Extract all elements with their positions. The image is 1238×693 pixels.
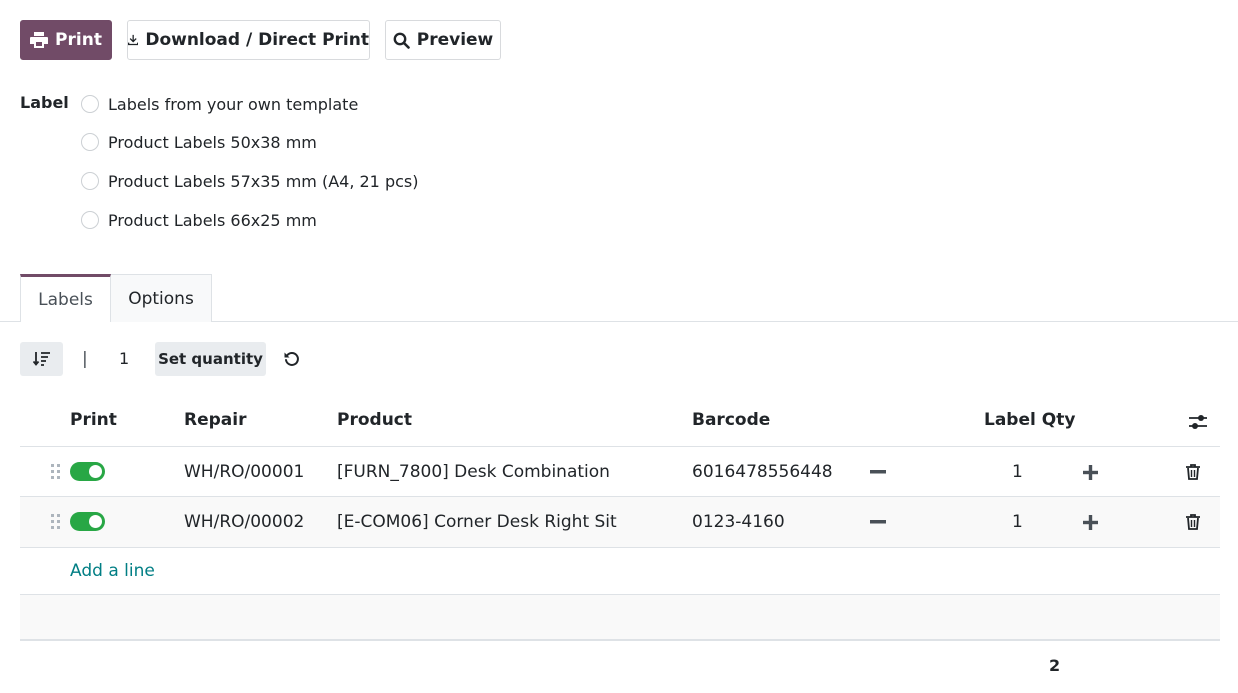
toolbar-separator: | [82,349,88,369]
print-toggle[interactable] [70,512,105,531]
print-button[interactable]: Print [20,20,112,60]
trash-icon [1186,514,1200,530]
set-quantity-button[interactable]: Set quantity [155,342,266,376]
increase-qty-button[interactable] [1083,497,1098,547]
radio-button[interactable] [81,133,99,151]
plus-icon [1083,464,1098,480]
column-header-product[interactable]: Product [337,410,412,430]
sort-icon [32,352,50,366]
radio-button[interactable] [81,172,99,190]
repair-cell[interactable]: WH/RO/00002 [184,497,304,547]
delete-row-button[interactable] [1186,497,1200,547]
print-toggle[interactable] [70,462,105,481]
label-option-text: Product Labels 50x38 mm [108,132,317,152]
table-row[interactable]: WH/RO/00001 [FURN_7800] Desk Combination… [20,447,1220,497]
printer-icon [30,32,49,48]
label-option-text: Product Labels 66x25 mm [108,210,317,230]
column-header-print[interactable]: Print [70,410,117,430]
minus-icon [870,520,886,524]
label-option-own-template[interactable]: Labels from your own template [81,93,358,115]
column-header-barcode[interactable]: Barcode [692,410,770,430]
trash-icon [1186,464,1200,480]
preview-button[interactable]: Preview [385,20,501,60]
decrease-qty-button[interactable] [870,497,886,547]
product-cell[interactable]: [FURN_7800] Desk Combination [337,447,610,497]
radio-button[interactable] [81,211,99,229]
plus-icon [1083,514,1098,530]
tab-labels-label: Labels [38,289,93,310]
repair-cell[interactable]: WH/RO/00001 [184,447,304,497]
row-divider [20,547,1220,548]
barcode-cell[interactable]: 6016478556448 [692,447,833,497]
increase-qty-button[interactable] [1083,447,1098,497]
radio-button[interactable] [81,95,99,113]
label-qty-total: 2 [1049,656,1061,675]
column-header-label-qty[interactable]: Label Qty [984,410,1075,430]
download-icon [128,34,139,46]
decrease-qty-button[interactable] [870,447,886,497]
download-direct-print-button[interactable]: Download / Direct Print [127,20,370,60]
column-header-repair[interactable]: Repair [184,410,246,430]
label-option-text: Labels from your own template [108,94,359,114]
reset-icon[interactable] [283,350,301,368]
quantity-value[interactable]: 1 [119,349,129,368]
empty-row [20,595,1220,641]
label-option-57x35[interactable]: Product Labels 57x35 mm (A4, 21 pcs) [81,170,418,192]
tab-options[interactable]: Options [110,274,212,322]
drag-handle-icon[interactable] [50,497,62,547]
tab-labels[interactable]: Labels [20,274,111,322]
product-cell[interactable]: [E-COM06] Corner Desk Right Sit [337,497,617,547]
delete-row-button[interactable] [1186,447,1200,497]
table-row[interactable]: WH/RO/00002 [E-COM06] Corner Desk Right … [20,497,1220,547]
label-option-66x25[interactable]: Product Labels 66x25 mm [81,209,317,231]
add-line-link[interactable]: Add a line [70,561,155,581]
label-option-50x38[interactable]: Product Labels 50x38 mm [81,131,317,153]
label-field-title: Label [20,93,69,112]
label-option-text: Product Labels 57x35 mm (A4, 21 pcs) [108,171,419,191]
print-button-label: Print [55,30,102,50]
tab-options-label: Options [128,288,194,309]
label-qty-cell[interactable]: 1 [1012,447,1023,497]
download-button-label: Download / Direct Print [145,30,369,50]
minus-icon [870,470,886,474]
preview-button-label: Preview [416,30,494,50]
label-qty-cell[interactable]: 1 [1012,497,1023,547]
barcode-cell[interactable]: 0123-4160 [692,497,785,547]
sort-button[interactable] [20,342,63,376]
drag-handle-icon[interactable] [50,447,62,497]
search-icon [393,32,410,49]
column-settings-icon[interactable] [1188,413,1208,431]
